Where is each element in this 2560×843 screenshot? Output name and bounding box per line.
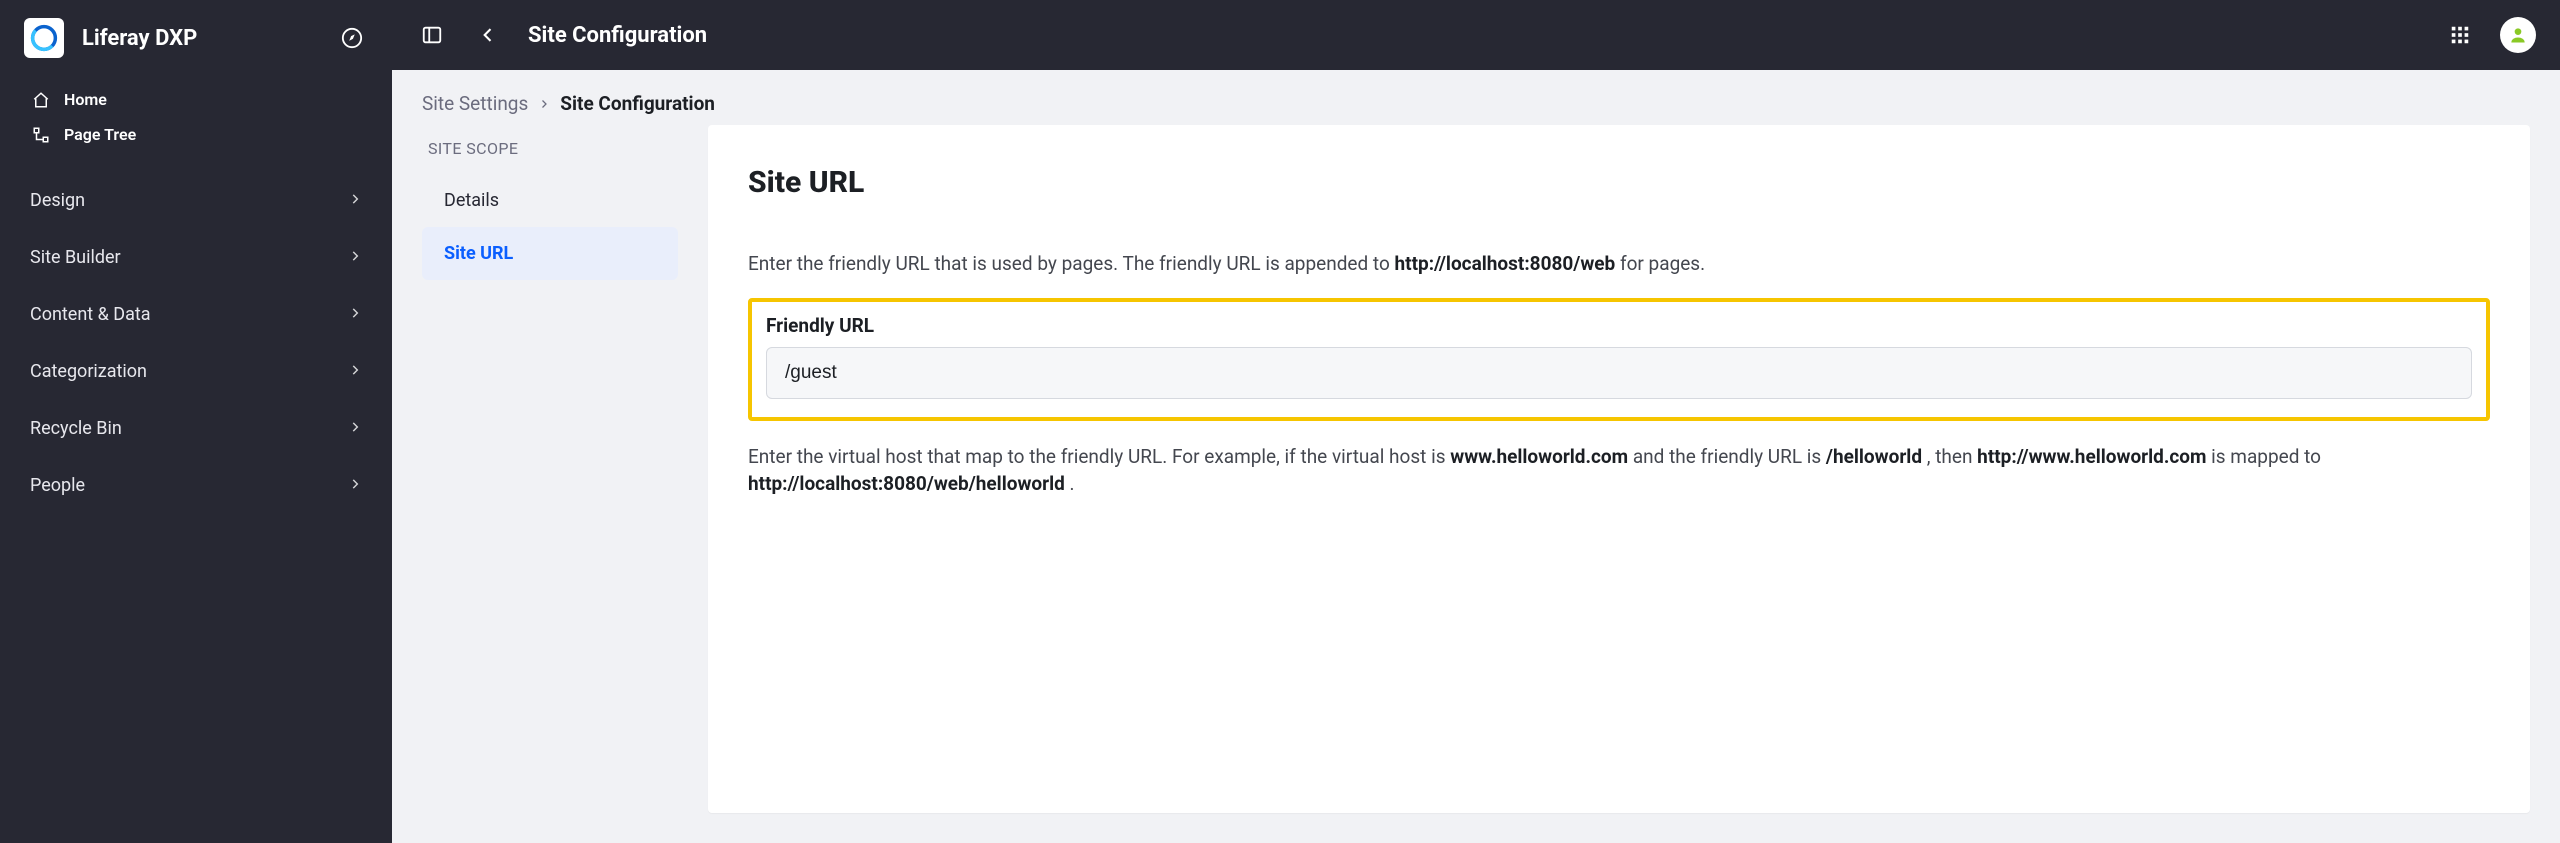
- sidebar-quick-label: Page Tree: [64, 125, 136, 144]
- sidebar-item-label: Site Builder: [30, 247, 121, 268]
- sidebar-item-content-data[interactable]: Content & Data: [0, 286, 392, 343]
- brand-logo[interactable]: [24, 18, 64, 58]
- breadcrumb-parent[interactable]: Site Settings: [422, 92, 528, 115]
- brand-title: Liferay DXP: [82, 26, 336, 51]
- friendly-url-label: Friendly URL: [766, 314, 2472, 337]
- chevron-right-icon: [348, 190, 362, 211]
- compass-button[interactable]: [336, 22, 368, 54]
- user-icon: [2508, 25, 2528, 45]
- sidebar-item-site-builder[interactable]: Site Builder: [0, 229, 392, 286]
- subnav-heading: SITE SCOPE: [422, 125, 678, 174]
- help-text-bold: http://localhost:8080/web/helloworld: [748, 472, 1065, 495]
- subnav: SITE SCOPE Details Site URL: [422, 125, 678, 813]
- help-text-segment: and the friendly URL is: [1633, 445, 1826, 468]
- sidebar-item-label: Design: [30, 190, 85, 211]
- sidebar-header: Liferay DXP: [0, 0, 392, 68]
- sidebar-quick-home[interactable]: Home: [26, 82, 366, 117]
- sidebar-quick-label: Home: [64, 90, 107, 109]
- chevron-left-icon: [478, 25, 498, 45]
- sidebar-item-label: Categorization: [30, 361, 147, 382]
- chevron-right-icon: [348, 475, 362, 496]
- body-row: SITE SCOPE Details Site URL Site URL Ent…: [392, 125, 2560, 843]
- page-tree-icon: [32, 126, 50, 144]
- topbar: Site Configuration: [392, 0, 2560, 70]
- help-text-bold: www.helloworld.com: [1450, 445, 1628, 468]
- chevron-right-icon: [348, 247, 362, 268]
- chevron-right-icon: [348, 304, 362, 325]
- chevron-right-icon: [538, 92, 550, 115]
- settings-card: Site URL Enter the friendly URL that is …: [708, 125, 2530, 813]
- compass-icon: [341, 27, 363, 49]
- friendly-url-help: Enter the friendly URL that is used by p…: [748, 250, 2490, 278]
- help-text-bold: /helloworld: [1826, 445, 1922, 468]
- help-text-segment: Enter the friendly URL that is used by p…: [748, 252, 1395, 275]
- sidebar-item-label: People: [30, 475, 85, 496]
- help-text-bold: http://www.helloworld.com: [1977, 445, 2206, 468]
- subnav-item-details[interactable]: Details: [422, 174, 678, 227]
- sidebar-item-categorization[interactable]: Categorization: [0, 343, 392, 400]
- virtual-host-help: Enter the virtual host that map to the f…: [748, 443, 2490, 498]
- grid-icon: [2449, 24, 2471, 46]
- help-text-bold: http://localhost:8080/web: [1395, 252, 1616, 275]
- sidebar: Liferay DXP Home: [0, 0, 392, 843]
- help-text-segment: for pages.: [1620, 252, 1705, 275]
- main: Site Configuration Site Settings Site Co…: [392, 0, 2560, 843]
- home-icon: [32, 91, 50, 109]
- subnav-item-label: Details: [444, 190, 499, 211]
- panel-icon: [421, 24, 443, 46]
- sidebar-item-design[interactable]: Design: [0, 172, 392, 229]
- back-button[interactable]: [472, 19, 504, 51]
- breadcrumb-current: Site Configuration: [560, 92, 715, 115]
- breadcrumb: Site Settings Site Configuration: [392, 70, 2560, 125]
- sidebar-quick-links: Home Page Tree: [0, 68, 392, 160]
- user-avatar-button[interactable]: [2500, 17, 2536, 53]
- panel-toggle-button[interactable]: [416, 19, 448, 51]
- chevron-right-icon: [348, 418, 362, 439]
- sidebar-quick-page-tree[interactable]: Page Tree: [26, 117, 366, 152]
- sidebar-item-label: Content & Data: [30, 304, 151, 325]
- chevron-right-icon: [348, 361, 362, 382]
- friendly-url-input[interactable]: [766, 347, 2472, 399]
- sidebar-item-people[interactable]: People: [0, 457, 392, 514]
- sidebar-item-label: Recycle Bin: [30, 418, 122, 439]
- topbar-title: Site Configuration: [528, 23, 2420, 48]
- apps-grid-button[interactable]: [2444, 19, 2476, 51]
- sidebar-nav: Design Site Builder Content & Data Categ…: [0, 172, 392, 514]
- help-text-segment: , then: [1927, 445, 1977, 468]
- liferay-icon: [30, 24, 58, 52]
- content: Site Settings Site Configuration SITE SC…: [392, 70, 2560, 843]
- card-title: Site URL: [748, 165, 2490, 200]
- friendly-url-highlight: Friendly URL: [748, 298, 2490, 421]
- sidebar-item-recycle-bin[interactable]: Recycle Bin: [0, 400, 392, 457]
- help-text-segment: is mapped to: [2211, 445, 2321, 468]
- subnav-item-label: Site URL: [444, 243, 513, 264]
- subnav-item-site-url[interactable]: Site URL: [422, 227, 678, 280]
- help-text-segment: .: [1070, 472, 1075, 495]
- help-text-segment: Enter the virtual host that map to the f…: [748, 445, 1450, 468]
